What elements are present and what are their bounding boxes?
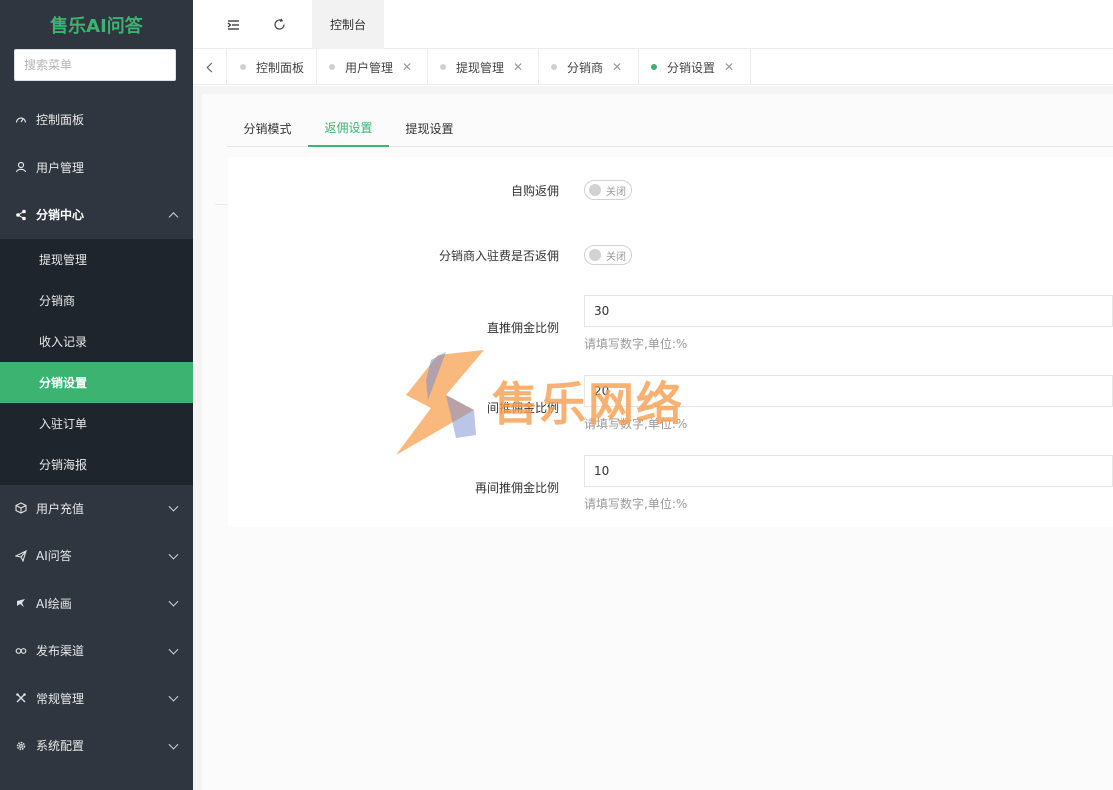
- dashboard-icon: [14, 113, 28, 127]
- tags-scroll-left-button[interactable]: [193, 49, 227, 85]
- sidebar-item-distribution-settings[interactable]: 分销设置: [0, 361, 193, 403]
- settle-rebate-switch[interactable]: 关闭: [584, 245, 632, 265]
- tag-user-management[interactable]: 用户管理 ✕: [317, 49, 428, 85]
- tag-dot: [651, 64, 657, 70]
- refresh-icon: [273, 18, 285, 30]
- switch-knob: [589, 249, 601, 261]
- user-icon: [14, 160, 28, 174]
- brand-logo-text: 售乐AI问答: [50, 16, 143, 37]
- sidebar-item-label: 系统配置: [36, 739, 85, 754]
- sidebar-item-label: 用户管理: [36, 160, 85, 175]
- sidebar-item-label: 用户充值: [36, 501, 85, 516]
- sidebar-item-distribution-poster[interactable]: 分销海报: [0, 444, 193, 485]
- settle-rebate-label: 分销商入驻费是否返佣: [438, 249, 559, 263]
- close-icon[interactable]: ✕: [724, 60, 734, 74]
- sidebar-item-label: AI问答: [36, 549, 72, 564]
- tag-dot: [329, 64, 335, 70]
- indirect-rate-label: 间推佣金比例: [486, 401, 559, 415]
- tag-dot: [440, 64, 446, 70]
- sidebar-item-system-config[interactable]: 系统配置: [0, 722, 193, 770]
- chevron-down-icon: [168, 549, 179, 560]
- third-rate-hint: 请填写数字,单位:%: [584, 497, 688, 511]
- sidebar-item-ai-qa[interactable]: AI问答: [0, 532, 193, 580]
- tag-dot: [240, 64, 246, 70]
- tag-dashboard[interactable]: 控制面板: [228, 49, 317, 85]
- top-bar: 控制台: [193, 0, 1113, 49]
- chevron-down-icon: [168, 644, 179, 655]
- sidebar-menu: 控制面板 用户管理 分销中心 提现管理 分销商 收入记录 分销设置 入驻订单 分…: [0, 96, 193, 770]
- chevron-up-icon: [168, 211, 179, 222]
- sidebar-item-label: 控制面板: [36, 113, 85, 128]
- tag-label: 控制面板: [256, 60, 305, 75]
- sidebar-item-distributors[interactable]: 分销商: [0, 280, 193, 321]
- tag-withdraw-management[interactable]: 提现管理 ✕: [428, 49, 539, 85]
- sidebar-item-dashboard[interactable]: 控制面板: [0, 96, 193, 144]
- link-icon: [14, 644, 28, 658]
- tags-bar: 控制面板 用户管理 ✕ 提现管理 ✕ 分销商 ✕ 分销设置 ✕: [193, 49, 1113, 85]
- refresh-button[interactable]: [259, 0, 299, 49]
- tag-distribution-settings[interactable]: 分销设置 ✕: [639, 49, 751, 85]
- close-icon[interactable]: ✕: [513, 60, 523, 74]
- send-icon: [14, 549, 28, 563]
- switch-knob: [589, 184, 601, 196]
- chevron-down-icon: [168, 596, 179, 607]
- share-icon: [14, 208, 28, 222]
- tag-label: 用户管理: [345, 60, 394, 75]
- tag-label: 提现管理: [456, 60, 505, 75]
- tag-distributors[interactable]: 分销商 ✕: [539, 49, 639, 85]
- chevron-down-icon: [168, 739, 179, 750]
- menu-search-input[interactable]: [14, 49, 176, 81]
- tab-withdraw-settings[interactable]: 提现设置: [389, 110, 470, 147]
- tag-label: 分销设置: [667, 60, 716, 75]
- switch-text: 关闭: [606, 251, 626, 263]
- tools-icon: [14, 691, 28, 705]
- tab-console[interactable]: 控制台: [312, 0, 384, 49]
- self-rebate-label: 自购返佣: [510, 184, 559, 198]
- settings-tabs: 分销模式 返佣设置 提现设置: [227, 110, 1113, 147]
- sidebar: 售乐AI问答 控制面板 用户管理 分销中心 提现管理 分销商 收入记录 分销设置: [0, 0, 193, 790]
- direct-rate-label: 直推佣金比例: [486, 321, 559, 335]
- paint-icon: [14, 596, 28, 610]
- sidebar-item-withdraw-management[interactable]: 提现管理: [0, 239, 193, 280]
- sidebar-item-settle-orders[interactable]: 入驻订单: [0, 403, 193, 444]
- sidebar-item-label: 分销中心: [36, 208, 85, 223]
- box-icon: [14, 501, 28, 515]
- sidebar-item-general-management[interactable]: 常规管理: [0, 675, 193, 723]
- sidebar-item-ai-paint[interactable]: AI绘画: [0, 580, 193, 628]
- direct-rate-input[interactable]: [584, 295, 1113, 327]
- sidebar-item-label: 常规管理: [36, 691, 85, 706]
- sidebar-item-distribution-center[interactable]: 分销中心: [0, 191, 193, 239]
- close-icon[interactable]: ✕: [612, 60, 622, 74]
- self-rebate-switch[interactable]: 关闭: [584, 180, 632, 200]
- close-icon[interactable]: ✕: [402, 60, 412, 74]
- sidebar-item-publish-channels[interactable]: 发布渠道: [0, 627, 193, 675]
- tag-dot: [551, 64, 557, 70]
- third-rate-input[interactable]: [584, 455, 1113, 487]
- sidebar-item-income-records[interactable]: 收入记录: [0, 321, 193, 362]
- sidebar-item-label: AI绘画: [36, 596, 72, 611]
- indent-icon: [227, 19, 239, 30]
- divider: [215, 204, 228, 205]
- gear-icon: [14, 739, 28, 753]
- tab-rebate-settings[interactable]: 返佣设置: [308, 110, 389, 147]
- tag-label: 分销商: [567, 60, 604, 75]
- sidebar-item-user-recharge[interactable]: 用户充值: [0, 485, 193, 533]
- sidebar-item-label: 发布渠道: [36, 644, 85, 659]
- indirect-rate-input[interactable]: [584, 375, 1113, 407]
- indirect-rate-hint: 请填写数字,单位:%: [584, 417, 688, 431]
- direct-rate-hint: 请填写数字,单位:%: [584, 337, 688, 351]
- tab-distribution-mode[interactable]: 分销模式: [227, 110, 308, 147]
- collapse-menu-button[interactable]: [213, 0, 253, 49]
- switch-text: 关闭: [606, 186, 626, 198]
- chevron-left-icon: [206, 62, 216, 72]
- chevron-down-icon: [168, 691, 179, 702]
- chevron-down-icon: [168, 501, 179, 512]
- third-rate-label: 再间推佣金比例: [474, 481, 559, 495]
- sidebar-item-users[interactable]: 用户管理: [0, 144, 193, 192]
- submenu-distribution: 提现管理 分销商 收入记录 分销设置 入驻订单 分销海报: [0, 238, 193, 485]
